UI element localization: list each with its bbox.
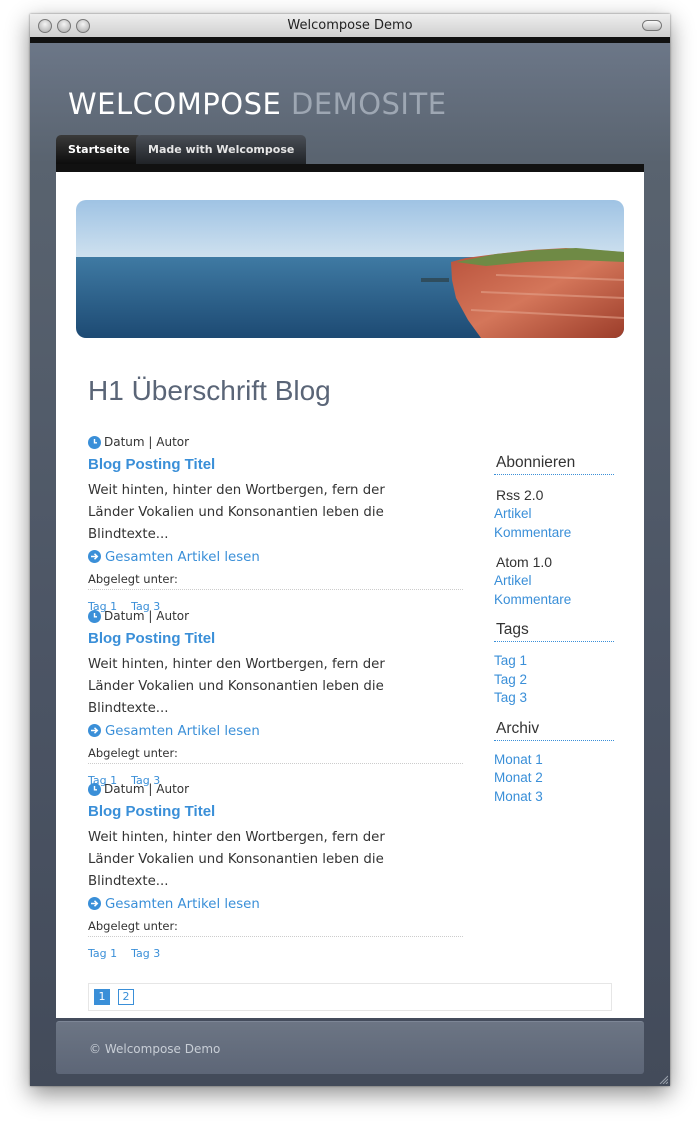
- post-meta-text: Datum | Autor: [104, 782, 190, 796]
- arrow-right-icon: [88, 896, 101, 910]
- blog-post: Datum | Autor Blog Posting Titel Weit hi…: [88, 434, 463, 613]
- page: WELCOMPOSE DEMOSITE Startseite Made with…: [30, 43, 670, 1086]
- post-title-link[interactable]: Blog Posting Titel: [88, 630, 463, 647]
- clock-icon: [88, 783, 101, 796]
- page-heading: H1 Überschrift Blog: [88, 375, 331, 406]
- post-meta-text: Datum | Autor: [104, 609, 190, 623]
- tab-startseite[interactable]: Startseite: [56, 135, 142, 164]
- sidebar-tag-link[interactable]: Tag 2: [494, 671, 614, 690]
- pagination: 1 2: [88, 983, 612, 1011]
- archive-month-link[interactable]: Monat 3: [494, 788, 614, 807]
- sidebar-tag-link[interactable]: Tag 3: [494, 689, 614, 708]
- site-footer: © Welcompose Demo: [56, 1021, 644, 1074]
- site-logo[interactable]: WELCOMPOSE DEMOSITE: [68, 87, 447, 121]
- rss-comments-link[interactable]: Kommentare: [494, 524, 614, 543]
- clock-icon: [88, 436, 101, 449]
- toolbar-toggle-button[interactable]: [642, 20, 662, 31]
- sidebar: Abonnieren Rss 2.0 Artikel Kommentare At…: [494, 454, 614, 806]
- read-more-link[interactable]: Gesamten Artikel lesen: [88, 895, 463, 915]
- page-1-current[interactable]: 1: [94, 989, 110, 1005]
- atom-articles-link[interactable]: Artikel: [494, 572, 614, 591]
- archive-month-link[interactable]: Monat 2: [494, 769, 614, 788]
- rss-label: Rss 2.0: [496, 487, 544, 503]
- blog-post: Datum | Autor Blog Posting Titel Weit hi…: [88, 608, 463, 787]
- tab-made-with-welcompose[interactable]: Made with Welcompose: [136, 135, 307, 164]
- post-tags: Tag 1 Tag 3: [88, 947, 463, 960]
- sidebar-heading-tags: Tags: [494, 621, 614, 642]
- atom-label: Atom 1.0: [496, 554, 553, 570]
- post-excerpt: Weit hinten, hinter den Wortbergen, fern…: [88, 657, 385, 716]
- header-banner-image: [76, 200, 624, 338]
- sidebar-tag-link[interactable]: Tag 1: [494, 652, 614, 671]
- close-window-button[interactable]: [38, 19, 52, 33]
- read-more-label: Gesamten Artikel lesen: [105, 550, 260, 565]
- footer-copyright: © Welcompose Demo: [89, 1042, 221, 1056]
- post-meta: Datum | Autor: [88, 608, 463, 624]
- post-meta: Datum | Autor: [88, 434, 463, 450]
- blog-post: Datum | Autor Blog Posting Titel Weit hi…: [88, 781, 463, 960]
- sidebar-heading-archiv: Archiv: [494, 720, 614, 741]
- post-excerpt: Weit hinten, hinter den Wortbergen, fern…: [88, 830, 385, 889]
- filed-under-label: Abgelegt unter:: [88, 919, 463, 937]
- read-more-label: Gesamten Artikel lesen: [105, 724, 260, 739]
- arrow-right-icon: [88, 549, 101, 563]
- window-titlebar: Welcompose Demo: [30, 14, 670, 38]
- logo-main: WELCOMPOSE: [68, 87, 282, 121]
- browser-window: Welcompose Demo WELCOMPOSE DEMOSITE Star…: [30, 14, 670, 1086]
- post-title-link[interactable]: Blog Posting Titel: [88, 456, 463, 473]
- logo-sub: DEMOSITE: [291, 87, 447, 121]
- nav-bar: [56, 164, 644, 172]
- post-meta-text: Datum | Autor: [104, 435, 190, 449]
- clock-icon: [88, 610, 101, 623]
- content-area: H1 Überschrift Blog Datum | Autor Blog P…: [56, 172, 644, 1018]
- archive-month-link[interactable]: Monat 1: [494, 751, 614, 770]
- post-tag-link[interactable]: Tag 1: [88, 947, 117, 960]
- post-excerpt: Weit hinten, hinter den Wortbergen, fern…: [88, 483, 385, 542]
- filed-under-label: Abgelegt unter:: [88, 572, 463, 590]
- page-2-link[interactable]: 2: [118, 989, 134, 1005]
- arrow-right-icon: [88, 723, 101, 737]
- window-title: Welcompose Demo: [287, 18, 413, 33]
- post-meta: Datum | Autor: [88, 781, 463, 797]
- post-title-link[interactable]: Blog Posting Titel: [88, 803, 463, 820]
- read-more-label: Gesamten Artikel lesen: [105, 897, 260, 912]
- read-more-link[interactable]: Gesamten Artikel lesen: [88, 548, 463, 568]
- read-more-link[interactable]: Gesamten Artikel lesen: [88, 722, 463, 742]
- resize-grip-icon[interactable]: [658, 1074, 668, 1084]
- filed-under-label: Abgelegt unter:: [88, 746, 463, 764]
- rss-articles-link[interactable]: Artikel: [494, 505, 614, 524]
- atom-comments-link[interactable]: Kommentare: [494, 591, 614, 610]
- zoom-window-button[interactable]: [76, 19, 90, 33]
- sidebar-heading-abonnieren: Abonnieren: [494, 454, 614, 475]
- post-tag-link[interactable]: Tag 3: [131, 947, 160, 960]
- minimize-window-button[interactable]: [57, 19, 71, 33]
